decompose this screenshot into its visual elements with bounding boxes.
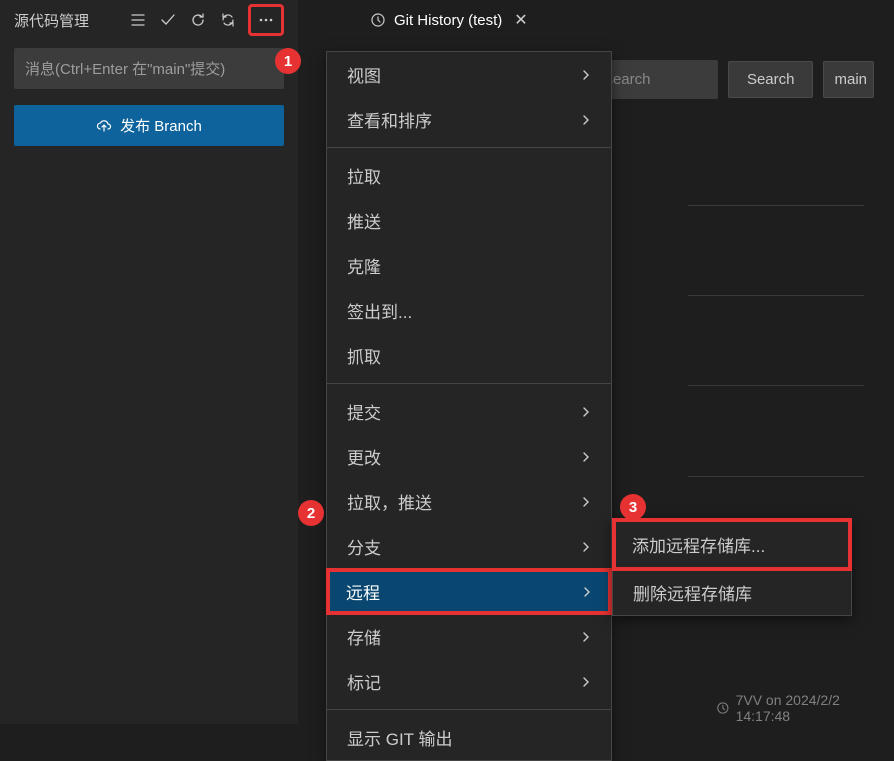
search-button[interactable]: Search xyxy=(728,61,814,98)
menu-item[interactable]: 查看和排序 xyxy=(327,97,611,142)
menu-item[interactable]: 标记 xyxy=(327,659,611,704)
publish-branch-button[interactable]: 发布 Branch xyxy=(14,105,284,146)
menu-item[interactable]: 拉取 xyxy=(327,153,611,198)
tab-label: Git History (test) xyxy=(394,12,502,29)
divider xyxy=(688,476,864,477)
menu-item-label: 存储 xyxy=(347,624,381,649)
close-icon[interactable]: ✕ xyxy=(510,10,531,30)
branch-select[interactable]: main xyxy=(823,61,874,98)
chevron-right-icon xyxy=(581,677,591,687)
scm-header: 源代码管理 xyxy=(0,0,298,40)
menu-item-label: 显示 GIT 输出 xyxy=(347,725,452,750)
tab-bar: Git History (test) ✕ xyxy=(298,0,894,40)
divider xyxy=(688,385,864,386)
commit-check-icon[interactable] xyxy=(156,8,180,32)
publish-label: 发布 Branch xyxy=(120,115,202,136)
divider xyxy=(688,295,864,296)
menu-item[interactable]: 视图 xyxy=(327,52,611,97)
scm-title: 源代码管理 xyxy=(14,10,89,31)
commit-placeholder: 消息(Ctrl+Enter 在"main"提交) xyxy=(25,61,225,78)
menu-item[interactable]: 存储 xyxy=(327,614,611,659)
menu-item-label: 视图 xyxy=(347,62,381,87)
annotation-marker: 2 xyxy=(298,500,324,526)
cloud-upload-icon xyxy=(96,118,112,134)
menu-item[interactable]: 显示 GIT 输出 xyxy=(327,715,611,760)
tab-git-history[interactable]: Git History (test) ✕ xyxy=(358,0,544,40)
commit-message-input[interactable]: 消息(Ctrl+Enter 在"main"提交) xyxy=(14,48,284,89)
menu-item-label: 分支 xyxy=(347,534,381,559)
menu-item[interactable]: 签出到... xyxy=(327,288,611,333)
menu-separator xyxy=(327,709,611,710)
menu-item[interactable]: 抓取 xyxy=(327,333,611,378)
sync-icon[interactable] xyxy=(216,8,240,32)
menu-item-label: 签出到... xyxy=(347,298,412,323)
menu-item-label: 抓取 xyxy=(347,343,381,368)
divider xyxy=(688,205,864,206)
menu-item-label: 提交 xyxy=(347,399,381,424)
menu-separator xyxy=(327,383,611,384)
scm-sidebar: 源代码管理 消息(Ctrl+Enter 在"main"提交) 发布 Branch xyxy=(0,0,298,724)
chevron-right-icon xyxy=(581,497,591,507)
history-icon xyxy=(370,12,386,28)
view-list-icon[interactable] xyxy=(126,8,150,32)
menu-item[interactable]: 提交 xyxy=(327,389,611,434)
submenu-item[interactable]: 删除远程存储库 xyxy=(613,570,851,615)
chevron-right-icon xyxy=(582,587,592,597)
menu-item[interactable]: 推送 xyxy=(327,198,611,243)
menu-item[interactable]: 分支 xyxy=(327,524,611,569)
scm-context-menu: 视图查看和排序拉取推送克隆签出到... 抓取提交更改拉取，推送分支远程存储标记显示… xyxy=(326,51,612,761)
chevron-right-icon xyxy=(581,407,591,417)
menu-item-label: 查看和排序 xyxy=(347,107,432,132)
menu-item-label: 远程 xyxy=(346,579,380,604)
commit-timestamp: 7VV on 2024/2/2 14:17:48 xyxy=(716,692,894,724)
menu-item-label: 拉取，推送 xyxy=(347,489,432,514)
menu-item[interactable]: 远程 xyxy=(326,568,612,615)
chevron-right-icon xyxy=(581,70,591,80)
menu-item[interactable]: 更改 xyxy=(327,434,611,479)
remote-submenu: 添加远程存储库...删除远程存储库 xyxy=(612,518,852,616)
chevron-right-icon xyxy=(581,632,591,642)
menu-item-label: 推送 xyxy=(347,208,381,233)
more-actions-button[interactable] xyxy=(248,4,284,36)
submenu-item[interactable]: 添加远程存储库... xyxy=(612,518,852,571)
chevron-right-icon xyxy=(581,115,591,125)
menu-item-label: 标记 xyxy=(347,669,381,694)
menu-item-label: 更改 xyxy=(347,444,381,469)
menu-item[interactable]: 拉取，推送 xyxy=(327,479,611,524)
chevron-right-icon xyxy=(581,452,591,462)
annotation-marker: 3 xyxy=(620,494,646,520)
refresh-icon[interactable] xyxy=(186,8,210,32)
chevron-right-icon xyxy=(581,542,591,552)
annotation-marker: 1 xyxy=(275,48,301,74)
menu-item[interactable]: 克隆 xyxy=(327,243,611,288)
menu-separator xyxy=(327,147,611,148)
menu-item-label: 拉取 xyxy=(347,163,381,188)
clock-icon xyxy=(716,701,730,715)
menu-item-label: 克隆 xyxy=(347,253,381,278)
